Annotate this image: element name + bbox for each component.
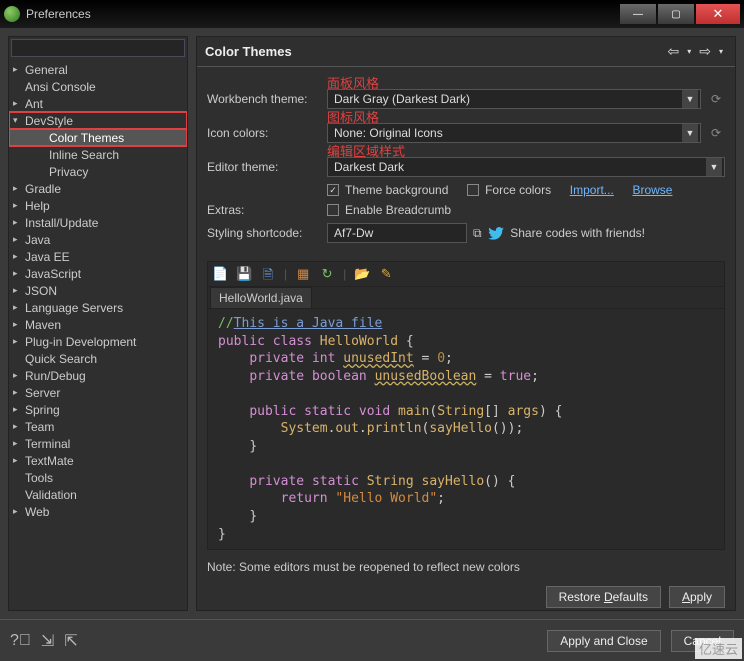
- forward-button[interactable]: ⇨: [695, 43, 715, 60]
- tree-item[interactable]: ▸Java EE: [9, 248, 187, 265]
- restore-defaults-button[interactable]: Restore Defaults: [546, 586, 661, 608]
- apply-button[interactable]: Apply: [669, 586, 725, 608]
- page-title: Color Themes: [205, 44, 664, 59]
- editor-select[interactable]: Darkest Dark▼: [327, 157, 725, 177]
- tree-item[interactable]: Color Themes: [9, 129, 187, 146]
- note-text: Note: Some editors must be reopened to r…: [197, 554, 735, 580]
- theme-bg-label: Theme background: [345, 183, 448, 197]
- shortcode-input[interactable]: Af7-Dw: [327, 223, 467, 243]
- preferences-tree: ▸GeneralAnsi Console▸Ant▾DevStyleColor T…: [9, 59, 187, 610]
- tree-item[interactable]: ▸TextMate: [9, 452, 187, 469]
- tree-item[interactable]: ▸Gradle: [9, 180, 187, 197]
- titlebar: Preferences — ▢ ✕: [0, 0, 744, 28]
- main-panel: Color Themes ⇦ ▾ ⇨ ▾ 面板风格 Workbench them…: [196, 36, 736, 611]
- code-area: //This is a Java file public class Hello…: [208, 308, 724, 549]
- save-icon[interactable]: 💾: [236, 266, 252, 282]
- export-icon[interactable]: ⇱: [64, 631, 77, 651]
- tree-item[interactable]: ▸Spring: [9, 401, 187, 418]
- tree-item[interactable]: ▸Team: [9, 418, 187, 435]
- copy-icon[interactable]: ⧉: [473, 226, 482, 241]
- workbench-select[interactable]: Dark Gray (Darkest Dark)▼: [327, 89, 701, 109]
- editor-preview: 📄 💾 🗎 | ▦ ↻ | 📂 ✎ HelloWorld.java //This…: [207, 261, 725, 550]
- box-icon[interactable]: ▦: [295, 266, 311, 282]
- back-button[interactable]: ⇦: [664, 43, 684, 60]
- twitter-icon[interactable]: [488, 227, 504, 240]
- help-icon[interactable]: ?⃝: [10, 632, 31, 650]
- theme-bg-checkbox[interactable]: [327, 184, 339, 196]
- tree-item[interactable]: Privacy: [9, 163, 187, 180]
- refresh-icon[interactable]: ⟳: [707, 92, 725, 106]
- extras-label: Extras:: [207, 203, 327, 217]
- chevron-down-icon: ▼: [682, 124, 698, 142]
- share-text: Share codes with friends!: [510, 226, 645, 240]
- tree-item[interactable]: ▸JSON: [9, 282, 187, 299]
- tree-item[interactable]: ▸Maven: [9, 316, 187, 333]
- tree-item[interactable]: Quick Search: [9, 350, 187, 367]
- tree-item[interactable]: ▸Help: [9, 197, 187, 214]
- tree-item[interactable]: ▾DevStyle: [9, 112, 187, 129]
- tree-item[interactable]: ▸Server: [9, 384, 187, 401]
- refresh-icon[interactable]: ⟳: [707, 126, 725, 140]
- minimize-button[interactable]: —: [620, 4, 656, 24]
- app-icon: [4, 6, 20, 22]
- filter-input[interactable]: [11, 39, 185, 57]
- icons-select[interactable]: None: Original Icons▼: [327, 123, 701, 143]
- window-title: Preferences: [26, 7, 618, 21]
- chevron-down-icon: ▼: [682, 90, 698, 108]
- tree-item[interactable]: ▸Ant: [9, 95, 187, 112]
- folder-icon[interactable]: 📂: [354, 266, 370, 282]
- force-colors-label: Force colors: [485, 183, 551, 197]
- shortcode-label: Styling shortcode:: [207, 226, 327, 240]
- saveall-icon[interactable]: 🗎: [260, 266, 276, 282]
- editor-label: Editor theme:: [207, 160, 327, 174]
- tree-item[interactable]: ▸Install/Update: [9, 214, 187, 231]
- tree-item[interactable]: Ansi Console: [9, 78, 187, 95]
- tree-item[interactable]: ▸Web: [9, 503, 187, 520]
- editor-tab[interactable]: HelloWorld.java: [210, 287, 312, 308]
- sidebar: ▸GeneralAnsi Console▸Ant▾DevStyleColor T…: [8, 36, 188, 611]
- workbench-label: Workbench theme:: [207, 92, 327, 106]
- tree-item[interactable]: ▸General: [9, 61, 187, 78]
- form: 面板风格 Workbench theme: Dark Gray (Darkest…: [197, 67, 735, 257]
- tree-item[interactable]: Tools: [9, 469, 187, 486]
- tree-item[interactable]: ▸Java: [9, 231, 187, 248]
- new-icon[interactable]: 📄: [212, 266, 228, 282]
- close-button[interactable]: ✕: [696, 4, 740, 24]
- main-header: Color Themes ⇦ ▾ ⇨ ▾: [197, 37, 735, 67]
- tree-item[interactable]: Validation: [9, 486, 187, 503]
- editor-toolbar: 📄 💾 🗎 | ▦ ↻ | 📂 ✎: [208, 262, 724, 287]
- tree-item[interactable]: ▸JavaScript: [9, 265, 187, 282]
- forward-menu[interactable]: ▾: [715, 47, 727, 56]
- force-colors-checkbox[interactable]: [467, 184, 479, 196]
- apply-close-button[interactable]: Apply and Close: [547, 630, 660, 652]
- icons-label: Icon colors:: [207, 126, 327, 140]
- refresh-icon[interactable]: ↻: [319, 266, 335, 282]
- tree-item[interactable]: ▸Language Servers: [9, 299, 187, 316]
- breadcrumb-checkbox[interactable]: [327, 204, 339, 216]
- tree-item[interactable]: ▸Run/Debug: [9, 367, 187, 384]
- preferences-window: Preferences — ▢ ✕ ▸GeneralAnsi Console▸A…: [0, 0, 744, 661]
- import-icon[interactable]: ⇲: [41, 631, 54, 651]
- breadcrumb-label: Enable Breadcrumb: [345, 203, 451, 217]
- watermark: 亿速云: [695, 638, 742, 659]
- chevron-down-icon: ▼: [706, 158, 722, 176]
- browse-link[interactable]: Browse: [632, 183, 672, 197]
- footer: ?⃝ ⇲ ⇱ Apply and Close Cancel: [0, 619, 744, 661]
- tree-item[interactable]: ▸Plug-in Development: [9, 333, 187, 350]
- back-menu[interactable]: ▾: [683, 47, 695, 56]
- tree-item[interactable]: Inline Search: [9, 146, 187, 163]
- import-link[interactable]: Import...: [570, 183, 614, 197]
- maximize-button[interactable]: ▢: [658, 4, 694, 24]
- tree-item[interactable]: ▸Terminal: [9, 435, 187, 452]
- wand-icon[interactable]: ✎: [378, 266, 394, 282]
